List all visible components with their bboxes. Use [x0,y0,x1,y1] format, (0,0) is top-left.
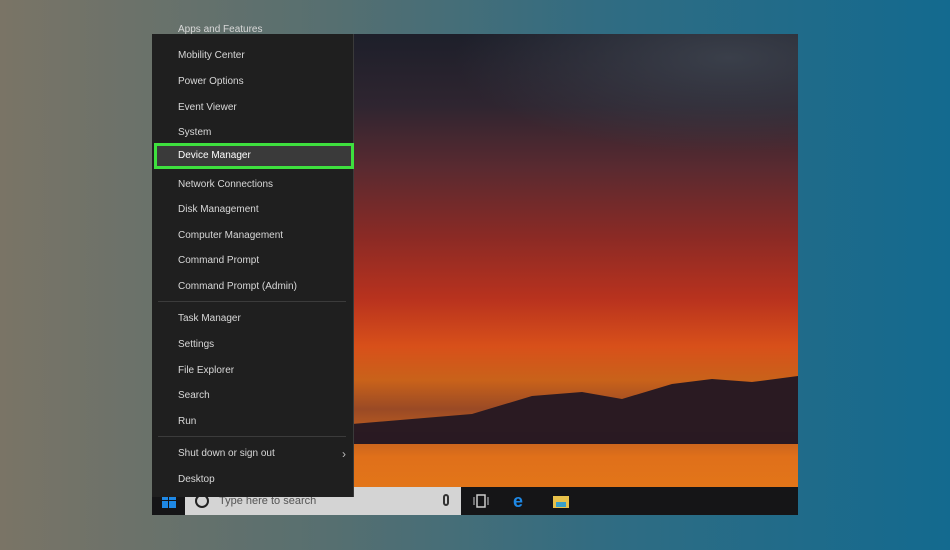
menu-item-disk-management[interactable]: Disk Management [152,197,354,223]
menu-item-label: Task Manager [178,313,241,324]
menu-item-label: Command Prompt (Admin) [178,281,297,292]
menu-item-mobility-center[interactable]: Mobility Center [152,43,354,69]
menu-item-label: Command Prompt [178,255,260,266]
menu-item-computer-management[interactable]: Computer Management [152,223,354,249]
menu-item-label: Event Viewer [178,102,237,113]
menu-item-label: Power Options [178,76,244,87]
task-view-icon[interactable] [473,493,489,509]
menu-item-label: Run [178,416,197,427]
menu-item-label: Shut down or sign out [178,448,275,459]
sky [452,34,798,154]
menu-item-label: Desktop [178,474,215,485]
menu-item-file-explorer[interactable]: File Explorer [152,358,354,384]
menu-item-device-manager[interactable]: Device Manager [154,143,354,169]
menu-item-label: File Explorer [178,365,235,376]
chevron-right-icon: › [342,447,346,461]
menu-divider [158,301,346,302]
menu-item-search[interactable]: Search [152,383,354,409]
menu-item-command-prompt-admin[interactable]: Command Prompt (Admin) [152,274,354,300]
menu-item-label: Search [178,390,210,401]
menu-item-shut-down-or-sign-out[interactable]: Shut down or sign out › [152,441,354,467]
edge-icon[interactable]: e [513,492,529,510]
menu-item-label: System [178,127,212,138]
menu-item-power-options[interactable]: Power Options [152,69,354,95]
menu-item-label: Mobility Center [178,50,245,61]
menu-item-label: Apps and Features [178,24,263,35]
menu-item-task-manager[interactable]: Task Manager [152,306,354,332]
menu-item-command-prompt[interactable]: Command Prompt [152,248,354,274]
menu-item-network-connections[interactable]: Network Connections [152,172,354,198]
menu-item-label: Device Manager [178,150,251,161]
menu-item-label: Disk Management [178,204,259,215]
menu-item-apps-and-features[interactable]: Apps and Features [152,17,354,43]
menu-divider [158,436,346,437]
microphone-icon[interactable] [443,494,449,506]
menu-item-label: Network Connections [178,179,274,190]
menu-item-settings[interactable]: Settings [152,332,354,358]
menu-item-run[interactable]: Run [152,409,354,435]
menu-item-event-viewer[interactable]: Event Viewer [152,95,354,121]
file-explorer-icon[interactable] [553,493,569,509]
menu-item-label: Computer Management [178,230,284,241]
winx-context-menu: Apps and Features Mobility Center Power Op… [152,24,354,497]
menu-item-desktop[interactable]: Desktop [152,467,354,493]
menu-item-label: Settings [178,339,215,350]
